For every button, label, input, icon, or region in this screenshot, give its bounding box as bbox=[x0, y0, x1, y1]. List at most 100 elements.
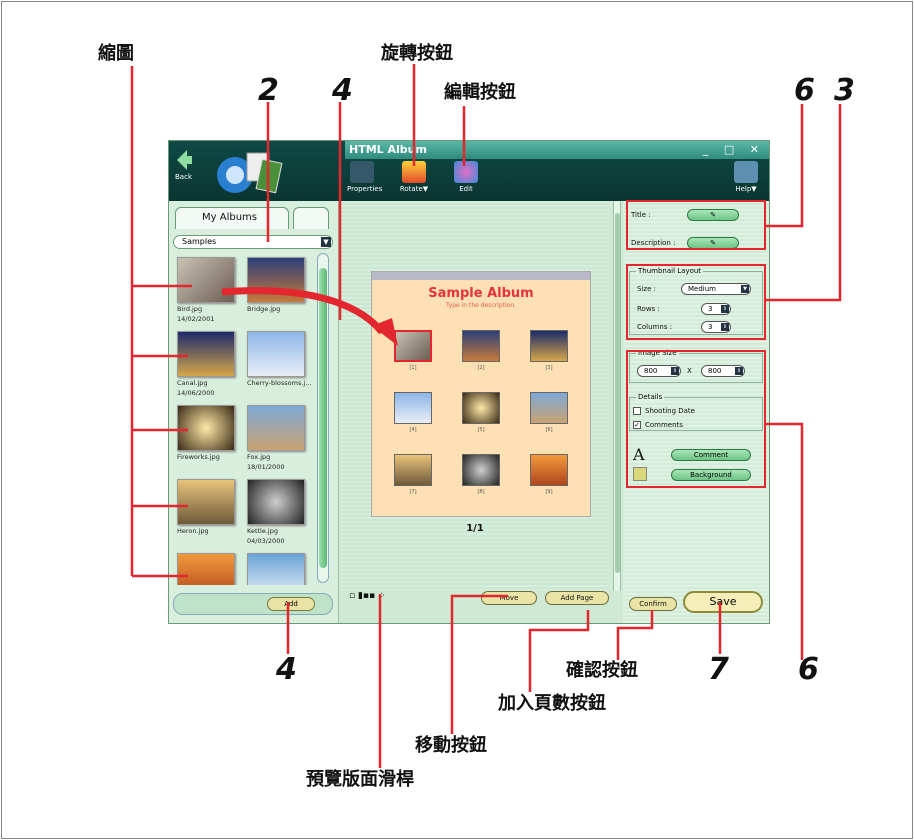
edit-button[interactable]: Edit bbox=[451, 161, 481, 193]
add-button[interactable]: Add bbox=[267, 597, 315, 611]
properties-button[interactable]: Properties bbox=[347, 161, 383, 193]
thumbnail-name: Fireworks.jpg bbox=[177, 453, 220, 461]
page-thumbnail[interactable] bbox=[530, 454, 568, 486]
thumbnail-image bbox=[177, 479, 235, 525]
properties-label: Properties bbox=[347, 185, 383, 193]
album-page: Sample Album Type in the description. [1… bbox=[371, 271, 591, 517]
thumbnail-item[interactable]: Cherry-blossoms.j... bbox=[247, 331, 312, 387]
rotate-icon bbox=[402, 161, 426, 183]
move-button[interactable]: Move bbox=[481, 591, 537, 605]
page-title: Sample Album bbox=[428, 286, 534, 301]
thumbnail-name: Bird.jpg bbox=[177, 305, 203, 313]
thumbnail-item[interactable]: Bird.jpg 14/02/2001 bbox=[177, 257, 237, 323]
preview-scrollbar[interactable] bbox=[613, 201, 621, 591]
thumbnail-image bbox=[247, 553, 305, 585]
album-list-pane: My Albums Samples ▼ Bird.jpg 14/02/2001 … bbox=[169, 201, 339, 623]
album-tabs: My Albums bbox=[175, 207, 333, 229]
window-controls[interactable]: _ □ ✕ bbox=[703, 143, 765, 156]
label-thumbnail: 縮圖 bbox=[98, 43, 134, 64]
page-thumbnail[interactable] bbox=[394, 392, 432, 424]
page-thumbnail-label: [2] bbox=[477, 365, 485, 371]
scrollbar-thumb[interactable] bbox=[319, 268, 327, 568]
help-icon bbox=[734, 161, 758, 183]
preview-bottom-bar: ▫ ▮▪▪ ⁘ Move Add Page bbox=[341, 585, 621, 611]
label-move-button: 移動按鈕 bbox=[415, 735, 487, 756]
page-thumbnail[interactable] bbox=[394, 330, 432, 362]
step-number: 3 bbox=[834, 73, 855, 108]
back-arrow-icon[interactable] bbox=[175, 149, 193, 171]
thumbnail-image bbox=[177, 257, 235, 303]
page-thumbnail-label: [3] bbox=[545, 365, 553, 371]
label-preview-slider: 預覽版面滑桿 bbox=[306, 769, 414, 790]
confirm-button[interactable]: Confirm bbox=[629, 597, 677, 611]
highlight-image-settings bbox=[626, 350, 766, 488]
page-preview-area: Sample Album Type in the description. [1… bbox=[341, 201, 609, 591]
page-thumbnail[interactable] bbox=[462, 454, 500, 486]
thumbnail-date: 04/03/2000 bbox=[247, 537, 285, 545]
thumbnail-image bbox=[177, 405, 235, 451]
thumbnail-image bbox=[177, 331, 235, 377]
step-number: 6 bbox=[794, 73, 815, 108]
thumbnail-image bbox=[247, 479, 305, 525]
tab-other[interactable] bbox=[293, 207, 329, 229]
thumbnail-scrollbar[interactable] bbox=[317, 253, 329, 583]
page-thumbnail-label: [1] bbox=[409, 365, 417, 371]
help-label: Help▼ bbox=[735, 185, 757, 193]
page-header-bar bbox=[372, 272, 590, 280]
rotate-button[interactable]: Rotate▼ bbox=[399, 161, 429, 193]
label-confirm-button: 確認按鈕 bbox=[566, 660, 638, 681]
tab-my-albums-label: My Albums bbox=[202, 212, 257, 223]
thumbnail-list: Bird.jpg 14/02/2001 Bridge.jpg Canal.jpg… bbox=[175, 255, 315, 585]
page-thumbnail-label: [7] bbox=[409, 489, 417, 495]
thumbnail-item[interactable]: Canal.jpg 14/06/2000 bbox=[177, 331, 237, 397]
step-number: 4 bbox=[276, 652, 297, 687]
step-number: 6 bbox=[798, 652, 819, 687]
thumbnail-item[interactable] bbox=[177, 553, 237, 585]
thumbnail-item[interactable]: Bridge.jpg bbox=[247, 257, 307, 313]
window-title: HTML Album bbox=[349, 143, 427, 156]
page-thumbnail[interactable] bbox=[462, 330, 500, 362]
page-number: 1/1 bbox=[466, 523, 484, 534]
thumbnail-item[interactable]: Fox.jpg 18/01/2000 bbox=[247, 405, 307, 471]
scrollbar-thumb[interactable] bbox=[615, 213, 620, 573]
page-thumbnail[interactable] bbox=[394, 454, 432, 486]
help-button[interactable]: Help▼ bbox=[731, 161, 761, 193]
back-label[interactable]: Back bbox=[175, 173, 192, 181]
preview-layout-slider[interactable]: ▫ ▮▪▪ ⁘ bbox=[349, 591, 409, 603]
edit-icon bbox=[454, 161, 478, 183]
thumbnail-item[interactable]: Kettle.jpg 04/03/2000 bbox=[247, 479, 307, 545]
label-rotate-button: 旋轉按鈕 bbox=[381, 43, 453, 64]
thumbnail-image bbox=[177, 553, 235, 585]
label-add-page-button: 加入頁數按鈕 bbox=[498, 693, 606, 714]
album-logo-icon bbox=[217, 152, 283, 194]
thumbnail-name: Fox.jpg bbox=[247, 453, 271, 461]
highlight-thumbnail-layout bbox=[626, 264, 766, 340]
thumbnail-item[interactable]: Heron.jpg bbox=[177, 479, 237, 535]
thumbnail-name: Canal.jpg bbox=[177, 379, 208, 387]
page-thumbnail-label: [6] bbox=[545, 427, 553, 433]
thumbnail-item[interactable] bbox=[247, 553, 307, 585]
thumbnail-item[interactable]: Fireworks.jpg bbox=[177, 405, 237, 461]
thumbnail-date: 14/02/2001 bbox=[177, 315, 215, 323]
page-description: Type in the description. bbox=[445, 302, 517, 309]
page-thumbnail[interactable] bbox=[530, 330, 568, 362]
page-thumbnail-label: [4] bbox=[409, 427, 417, 433]
thumbnail-image bbox=[247, 331, 305, 377]
thumbnail-date: 18/01/2000 bbox=[247, 463, 285, 471]
album-select[interactable]: Samples ▼ bbox=[173, 235, 333, 249]
thumbnail-name: Bridge.jpg bbox=[247, 305, 281, 313]
properties-icon bbox=[350, 161, 374, 183]
tab-my-albums[interactable]: My Albums bbox=[175, 207, 289, 229]
thumbnail-date: 14/06/2000 bbox=[177, 389, 215, 397]
page-thumbnail-label: [5] bbox=[477, 427, 485, 433]
chevron-down-icon[interactable]: ▼ bbox=[321, 237, 331, 247]
thumbnail-name: Cherry-blossoms.j... bbox=[247, 379, 312, 387]
step-number: 2 bbox=[258, 73, 279, 108]
page-thumbnail-label: [9] bbox=[545, 489, 553, 495]
page-thumbnail[interactable] bbox=[462, 392, 500, 424]
step-number: 4 bbox=[332, 73, 353, 108]
rotate-label: Rotate▼ bbox=[399, 185, 429, 193]
add-page-button[interactable]: Add Page bbox=[545, 591, 609, 605]
save-button[interactable]: Save bbox=[683, 591, 763, 613]
page-thumbnail[interactable] bbox=[530, 392, 568, 424]
